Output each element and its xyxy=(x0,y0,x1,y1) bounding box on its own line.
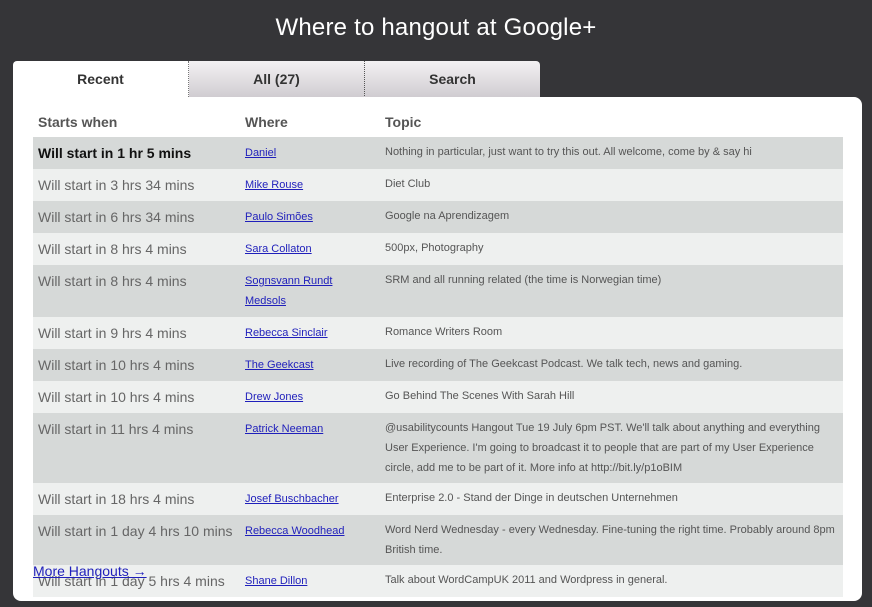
table-row: Will start in 1 day 5 hrs 4 mins Shane Di… xyxy=(33,565,843,597)
start-time: Will start in 11 hrs 4 mins xyxy=(33,413,240,483)
topic-text: Google na Aprendizagem xyxy=(380,201,843,233)
host-link[interactable]: Daniel xyxy=(245,147,276,159)
where-cell: The Geekcast xyxy=(240,349,380,381)
table-row: Will start in 10 hrs 4 mins The Geekcast L… xyxy=(33,349,843,381)
more-hangouts-link[interactable]: More Hangouts → xyxy=(33,563,147,579)
host-link[interactable]: Sara Collaton xyxy=(245,243,312,255)
host-link[interactable]: Rebecca Sinclair xyxy=(245,327,328,339)
topic-text: Live recording of The Geekcast Podcast. … xyxy=(380,349,843,381)
where-cell: Shane Dillon xyxy=(240,565,380,597)
start-time: Will start in 18 hrs 4 mins xyxy=(33,483,240,515)
host-link[interactable]: Shane Dillon xyxy=(245,575,307,587)
topic-text: Romance Writers Room xyxy=(380,317,843,349)
start-time: Will start in 10 hrs 4 mins xyxy=(33,381,240,413)
table-body: Will start in 1 hr 5 mins Daniel Nothing i… xyxy=(33,137,843,597)
where-cell: Daniel xyxy=(240,137,380,169)
start-time: Will start in 8 hrs 4 mins xyxy=(33,265,240,317)
topic-text: 500px, Photography xyxy=(380,233,843,265)
where-cell: Mike Rouse xyxy=(240,169,380,201)
table-row: Will start in 8 hrs 4 mins Sara Collaton 5… xyxy=(33,233,843,265)
where-cell: Rebecca Sinclair xyxy=(240,317,380,349)
topic-text: Talk about WordCampUK 2011 and Wordpress… xyxy=(380,565,843,597)
start-time: Will start in 6 hrs 34 mins xyxy=(33,201,240,233)
topic-text: Go Behind The Scenes With Sarah Hill xyxy=(380,381,843,413)
where-cell: Sara Collaton xyxy=(240,233,380,265)
host-link[interactable]: Paulo Simões xyxy=(245,211,313,223)
table-row: Will start in 18 hrs 4 mins Josef Buschba… xyxy=(33,483,843,515)
table-row: Will start in 6 hrs 34 mins Paulo Simões G… xyxy=(33,201,843,233)
topic-text: @usabilitycounts Hangout Tue 19 July 6pm… xyxy=(380,413,843,483)
host-link[interactable]: Drew Jones xyxy=(245,391,303,403)
where-cell: Sognsvann Rundt Medsols xyxy=(240,265,380,317)
where-cell: Patrick Neeman xyxy=(240,413,380,483)
page-title: Where to hangout at Google+ xyxy=(275,14,597,41)
start-time: Will start in 10 hrs 4 mins xyxy=(33,349,240,381)
start-time: Will start in 1 hr 5 mins xyxy=(33,137,240,169)
tab-all[interactable]: All (27) xyxy=(189,61,365,98)
hangouts-panel: Starts when Where Topic Will start in 1 … xyxy=(13,97,862,601)
table-row: Will start in 1 hr 5 mins Daniel Nothing i… xyxy=(33,137,843,169)
where-cell: Paulo Simões xyxy=(240,201,380,233)
tab-bar: Recent All (27) Search xyxy=(13,61,540,101)
host-link[interactable]: Josef Buschbacher xyxy=(245,493,339,505)
host-link[interactable]: Sognsvann Rundt Medsols xyxy=(245,275,332,307)
table-row: Will start in 11 hrs 4 mins Patrick Neema… xyxy=(33,413,843,483)
column-header-topic: Topic xyxy=(385,114,422,130)
topic-text: Word Nerd Wednesday - every Wednesday. F… xyxy=(380,515,843,565)
host-link[interactable]: The Geekcast xyxy=(245,359,313,371)
column-header-where: Where xyxy=(245,114,288,130)
table-row: Will start in 3 hrs 34 mins Mike Rouse Die… xyxy=(33,169,843,201)
topic-text: Nothing in particular, just want to try … xyxy=(380,137,843,169)
table-row: Will start in 1 day 4 hrs 10 mins Rebecca… xyxy=(33,515,843,565)
where-cell: Rebecca Woodhead xyxy=(240,515,380,565)
table-row: Will start in 10 hrs 4 mins Drew Jones Go … xyxy=(33,381,843,413)
topic-text: Diet Club xyxy=(380,169,843,201)
table-row: Will start in 9 hrs 4 mins Rebecca Sincla… xyxy=(33,317,843,349)
topic-text: SRM and all running related (the time is… xyxy=(380,265,843,317)
table-row: Will start in 8 hrs 4 mins Sognsvann Rund… xyxy=(33,265,843,317)
host-link[interactable]: Mike Rouse xyxy=(245,179,303,191)
table-header-row: Starts when Where Topic xyxy=(33,107,843,137)
start-time: Will start in 9 hrs 4 mins xyxy=(33,317,240,349)
hangouts-table: Starts when Where Topic Will start in 1 … xyxy=(33,107,843,597)
where-cell: Drew Jones xyxy=(240,381,380,413)
start-time: Will start in 3 hrs 34 mins xyxy=(33,169,240,201)
tab-recent[interactable]: Recent xyxy=(13,61,189,101)
tab-search[interactable]: Search xyxy=(365,61,540,98)
where-cell: Josef Buschbacher xyxy=(240,483,380,515)
column-header-starts-when: Starts when xyxy=(38,114,118,130)
host-link[interactable]: Rebecca Woodhead xyxy=(245,525,344,537)
start-time: Will start in 1 day 4 hrs 10 mins xyxy=(33,515,240,565)
start-time: Will start in 8 hrs 4 mins xyxy=(33,233,240,265)
topic-text: Enterprise 2.0 - Stand der Dinge in deut… xyxy=(380,483,843,515)
host-link[interactable]: Patrick Neeman xyxy=(245,423,323,435)
